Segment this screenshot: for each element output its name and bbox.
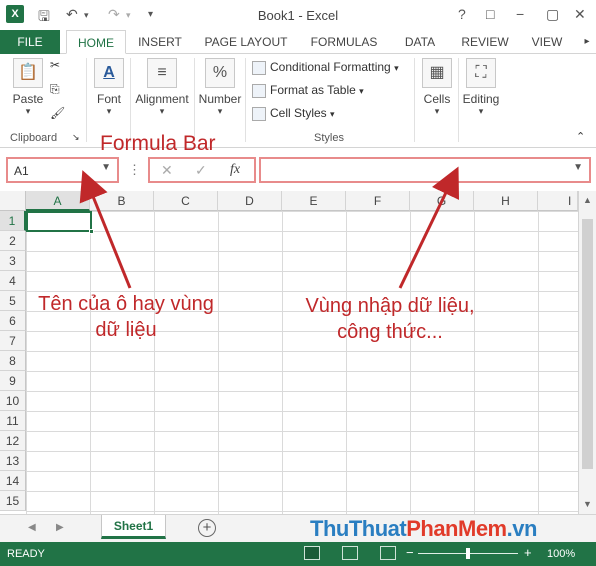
annotation-arrows [79, 166, 460, 289]
arrow-to-formula-input [398, 166, 460, 289]
arrow-to-name-box [79, 170, 132, 289]
